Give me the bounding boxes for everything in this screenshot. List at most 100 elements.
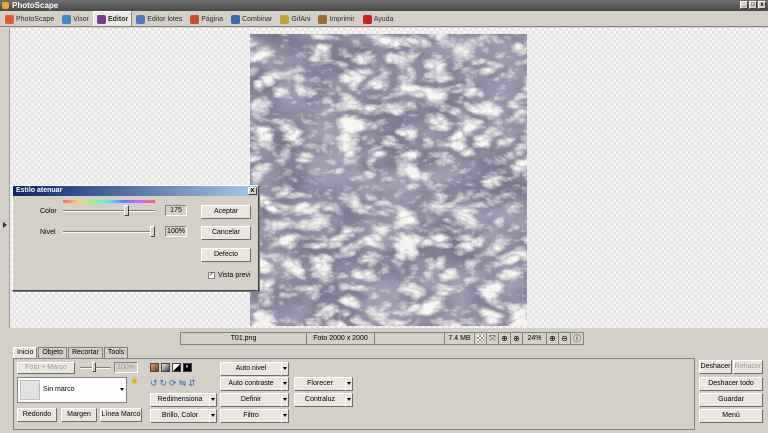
subtab-inicio[interactable]: Inicio <box>13 347 38 358</box>
subtab-tools[interactable]: Tools <box>103 347 129 358</box>
tab-combinar[interactable]: Combinar <box>227 12 276 26</box>
tone-icons: ◐ <box>150 363 192 372</box>
level-slider-track[interactable] <box>63 231 155 233</box>
frame-thumbnail <box>20 380 40 400</box>
grayscale-icon[interactable] <box>161 363 170 372</box>
zoom-in-icon[interactable]: ⊕ <box>547 333 559 344</box>
level-value[interactable]: 100% <box>165 226 187 237</box>
tools-frame: Foto + Marco 100% Sin marco ★ Redondo Ma… <box>13 358 695 430</box>
auto-contrast-dropdown[interactable] <box>281 377 289 391</box>
save-button[interactable]: Guardar <box>699 393 763 407</box>
tab-label: Editor lotes <box>147 15 183 23</box>
subtab-recortar[interactable]: Recortar <box>67 347 103 358</box>
auto-level-dropdown[interactable] <box>281 362 289 376</box>
default-button[interactable]: Defecto <box>201 248 251 262</box>
tab-ayuda[interactable]: Ayuda <box>359 12 398 26</box>
print-icon <box>318 14 328 24</box>
tab-label: Imprimir <box>329 15 355 23</box>
rotate-free-icon[interactable]: ⟳ <box>169 378 177 389</box>
dialog-close-button[interactable]: x <box>248 187 257 195</box>
flip-vertical-icon[interactable]: ⇵ <box>188 378 196 389</box>
undo-all-button[interactable]: Deshacer todo <box>699 377 763 391</box>
dialog-title: Estilo atenuar <box>16 187 63 194</box>
subtab-objeto[interactable]: Objeto <box>38 347 67 358</box>
level-slider-thumb[interactable] <box>150 226 155 237</box>
info-icon[interactable]: ⓘ <box>571 333 583 344</box>
color-value[interactable]: 175 <box>165 205 187 216</box>
tab-gifani[interactable]: GifAni <box>276 12 314 26</box>
brightness-color-button[interactable]: Brillo, Color <box>150 409 210 423</box>
minimize-button[interactable]: _ <box>740 1 748 9</box>
menu-button[interactable]: Menú <box>699 409 763 423</box>
frame-select[interactable]: Sin marco <box>17 377 127 403</box>
main-tab-bar: PhotoScape Visor Editor Editor lotes Página C… <box>0 11 768 27</box>
zoom-actual-icon[interactable]: ⊕ <box>511 333 523 344</box>
zoom-out-icon[interactable]: ⊖ <box>559 333 571 344</box>
sharpen-button[interactable]: Definir <box>220 393 282 407</box>
tab-label: Editor <box>107 15 129 23</box>
tab-label: Ayuda <box>373 15 394 23</box>
star-icon[interactable]: ★ <box>130 376 139 387</box>
photo-canvas[interactable] <box>250 34 527 326</box>
combine-icon <box>231 14 241 24</box>
tab-label: GifAni <box>291 15 311 23</box>
tab-label: PhotoScape <box>16 15 55 23</box>
fit-icon[interactable]: ⤧ <box>487 333 499 344</box>
gif-icon <box>280 14 290 24</box>
zoom-fit-icon[interactable]: ⊕ <box>499 333 511 344</box>
bw-icon[interactable] <box>172 363 181 372</box>
tab-imprimir[interactable]: Imprimir <box>314 12 358 26</box>
cancel-button[interactable]: Cancelar <box>201 226 251 240</box>
tab-editor[interactable]: Editor <box>92 11 133 26</box>
close-button[interactable]: x <box>758 1 766 9</box>
tab-editor-lotes[interactable]: Editor lotes <box>132 12 186 26</box>
photo-frame-button[interactable]: Foto + Marco <box>17 362 75 374</box>
tab-label: Combinar <box>242 15 273 23</box>
backlight-button[interactable]: Contraluz <box>294 393 346 407</box>
maximize-button[interactable]: □ <box>749 1 757 9</box>
transform-icons: ↺ ↻ ⟳ ⇋ ⇵ <box>150 378 196 389</box>
resize-dropdown[interactable] <box>209 393 217 407</box>
side-panel-handle[interactable] <box>0 28 10 328</box>
round-button[interactable]: Redondo <box>17 408 57 422</box>
filter-button[interactable]: Filtro <box>220 409 282 423</box>
accept-button[interactable]: Aceptar <box>201 205 251 219</box>
rotate-right-icon[interactable]: ↻ <box>160 378 168 389</box>
backlight-dropdown[interactable] <box>345 393 353 407</box>
undo-button[interactable]: Deshacer <box>699 360 732 374</box>
bloom-dropdown[interactable] <box>345 377 353 391</box>
margin-button[interactable]: Margen <box>61 408 97 422</box>
tab-visor[interactable]: Visor <box>58 12 93 26</box>
auto-level-button[interactable]: Auto nivel <box>220 362 282 376</box>
filter-dropdown[interactable] <box>281 409 289 423</box>
preview-label: Vista previ <box>218 272 251 279</box>
sepia-icon[interactable] <box>150 363 159 372</box>
opacity-value[interactable]: 100% <box>114 362 138 373</box>
color-slider-thumb[interactable] <box>124 205 130 216</box>
status-dimensions: Foto 2000 x 2000 <box>307 333 375 344</box>
tab-photoscape[interactable]: PhotoScape <box>1 12 58 26</box>
bloom-button[interactable]: Florecer <box>294 377 346 391</box>
color-slider-track[interactable] <box>63 210 155 212</box>
sharpen-dropdown[interactable] <box>281 393 289 407</box>
flip-horizontal-icon[interactable]: ⇋ <box>179 378 187 389</box>
checker-icon[interactable] <box>475 333 487 344</box>
brightness-dropdown[interactable] <box>209 409 217 423</box>
expand-arrow-icon[interactable] <box>3 222 7 228</box>
frame-line-button[interactable]: Línea Marco <box>100 408 142 422</box>
title-bar: PhotoScape _ □ x <box>0 0 768 11</box>
resize-button[interactable]: Redimensiona <box>150 393 210 407</box>
bottom-panel: Inicio Objeto Recortar Tools Foto + Marco 1… <box>10 345 768 433</box>
status-spacer <box>375 333 445 344</box>
opacity-slider-thumb[interactable] <box>92 362 96 372</box>
redo-button[interactable]: Rehacer <box>733 360 763 374</box>
status-filename: T01.png <box>181 333 307 344</box>
color-label: Color <box>40 208 57 215</box>
dialog-title-bar: Estilo atenuar x <box>13 186 258 196</box>
preview-checkbox[interactable]: ✓ <box>208 272 215 279</box>
negative-icon[interactable]: ◐ <box>183 363 192 372</box>
tab-p-gina[interactable]: Página <box>186 12 227 26</box>
auto-contrast-button[interactable]: Auto contraste <box>220 377 282 391</box>
hue-spectrum <box>63 200 155 203</box>
rotate-left-icon[interactable]: ↺ <box>150 378 158 389</box>
